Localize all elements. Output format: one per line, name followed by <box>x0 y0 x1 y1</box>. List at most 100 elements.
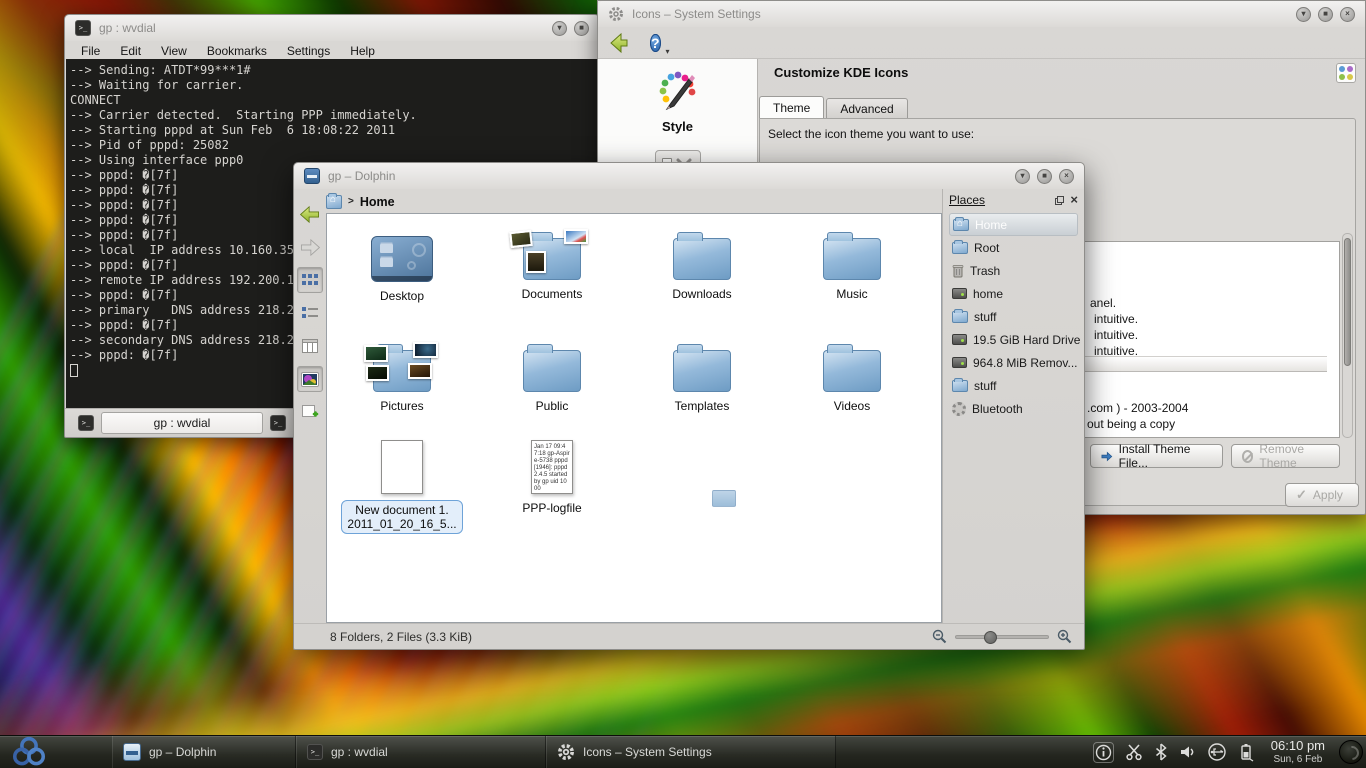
task-button-dolphin[interactable]: gp – Dolphin <box>112 736 296 768</box>
preview-icon <box>301 372 319 387</box>
folder-item-desktop[interactable]: Desktop <box>332 222 472 303</box>
apply-button[interactable]: ✓ Apply <box>1285 483 1359 507</box>
syssettings-titlebar[interactable]: Icons – System Settings ▾ ■ × <box>598 1 1365 27</box>
minimize-button[interactable]: ▾ <box>552 21 567 36</box>
desktop-folder-icon <box>371 236 433 282</box>
close-button[interactable]: × <box>1059 169 1074 184</box>
dolphin-window: gp – Dolphin ▾ ■ × > Home <box>293 162 1085 650</box>
bluetooth-icon[interactable] <box>1154 743 1168 761</box>
maximize-button[interactable]: ■ <box>1037 169 1052 184</box>
tab-theme[interactable]: Theme <box>759 96 824 120</box>
menu-item-settings[interactable]: Settings <box>287 44 330 58</box>
split-view-button[interactable] <box>297 399 323 425</box>
folder-item-pictures[interactable]: Pictures <box>332 334 472 413</box>
battery-monitor-icon[interactable] <box>1238 743 1254 762</box>
zoom-in-icon[interactable] <box>1057 629 1072 644</box>
menu-item-view[interactable]: View <box>161 44 187 58</box>
close-panel-icon[interactable]: × <box>1070 195 1078 205</box>
place-item-bluetooth[interactable]: Bluetooth <box>949 397 1078 420</box>
chevron-down-icon: ▾ <box>666 47 670 56</box>
folder-item-templates[interactable]: Templates <box>632 334 772 413</box>
folder-item-videos[interactable]: Videos <box>782 334 922 413</box>
klipper-scissors-icon[interactable] <box>1125 743 1143 761</box>
place-item-home-partition[interactable]: home <box>949 282 1078 305</box>
preview-button[interactable] <box>297 366 323 392</box>
minimize-button[interactable]: ▾ <box>1015 169 1030 184</box>
volume-icon[interactable] <box>1179 744 1196 760</box>
clock[interactable]: 06:10 pm Sun, 6 Feb <box>1265 739 1331 765</box>
style-category[interactable]: Style <box>598 69 757 134</box>
install-theme-button[interactable]: Install Theme File... <box>1090 444 1223 468</box>
list-scrollbar[interactable] <box>1342 233 1353 438</box>
folder-view[interactable]: Desktop Documents Downloads Music <box>326 213 942 623</box>
gear-icon <box>608 6 624 22</box>
maximize-button[interactable]: ■ <box>1318 7 1333 22</box>
zoom-slider-handle[interactable] <box>984 631 997 644</box>
file-item-ppp-logfile[interactable]: Jan 17 09:47:18 gp-Aspire-5738 pppd[1946… <box>482 430 622 515</box>
place-item-stuff[interactable]: stuff <box>949 305 1078 328</box>
folder-icon <box>823 238 881 280</box>
bluetooth-gear-icon <box>952 402 966 416</box>
task-button-system-settings[interactable]: Icons – System Settings <box>546 736 836 768</box>
menu-item-file[interactable]: File <box>81 44 100 58</box>
back-button[interactable] <box>608 32 636 54</box>
close-button[interactable]: × <box>1340 7 1355 22</box>
folder-item-downloads[interactable]: Downloads <box>632 222 772 301</box>
new-tab-button[interactable]: >_ <box>75 412 97 434</box>
scrollbar-thumb[interactable] <box>1344 238 1351 366</box>
dolphin-toolbar <box>294 189 326 623</box>
theme-list-item-fragment[interactable]: intuitive. <box>1094 328 1138 342</box>
theme-list-item-fragment[interactable]: intuitive. <box>1094 312 1138 326</box>
forward-button[interactable] <box>297 234 323 260</box>
removable-drive-icon <box>952 357 967 368</box>
folder-item-public[interactable]: Public <box>482 334 622 413</box>
icons-view-button[interactable] <box>297 267 323 293</box>
terminal-tab[interactable]: gp : wvdial <box>101 412 263 434</box>
breadcrumb: > Home <box>326 190 395 213</box>
place-item-trash[interactable]: Trash <box>949 259 1078 282</box>
tab-bar: Theme Advanced <box>759 96 910 120</box>
drag-ghost-icon <box>712 490 736 507</box>
folder-icon <box>673 350 731 392</box>
place-item-removable[interactable]: 964.8 MiB Remov... <box>949 351 1078 374</box>
back-button[interactable] <box>297 201 323 227</box>
panel-toolbox-icon[interactable] <box>1339 740 1363 764</box>
terminal-icon: >_ <box>78 415 94 431</box>
help-button[interactable]: ? <box>650 34 661 52</box>
file-item-new-document[interactable]: New document 1. 2011_01_20_16_5... <box>332 430 472 534</box>
place-item-stuff-2[interactable]: stuff <box>949 374 1078 397</box>
konsole-titlebar[interactable]: >_ gp : wvdial ▾ ■ <box>65 15 599 41</box>
maximize-button[interactable]: ■ <box>574 21 589 36</box>
overview-icon[interactable] <box>1336 63 1356 83</box>
remove-theme-button[interactable]: Remove Theme <box>1231 444 1340 468</box>
remove-icon <box>1242 450 1253 463</box>
menu-item-edit[interactable]: Edit <box>120 44 141 58</box>
place-item-home[interactable]: Home <box>949 213 1078 236</box>
notifications-info-icon[interactable] <box>1093 742 1114 763</box>
breadcrumb-home[interactable]: Home <box>360 195 395 209</box>
task-button-wvdial[interactable]: >_ gp : wvdial <box>296 736 546 768</box>
zoom-slider[interactable] <box>955 635 1049 639</box>
theme-list-item-fragment[interactable]: anel. <box>1090 296 1116 310</box>
folder-item-documents[interactable]: Documents <box>482 222 622 301</box>
columns-view-button[interactable] <box>297 333 323 359</box>
tab-advanced[interactable]: Advanced <box>826 98 907 120</box>
terminal-icon: >_ <box>75 20 91 36</box>
folder-item-music[interactable]: Music <box>782 222 922 301</box>
place-item-root[interactable]: Root <box>949 236 1078 259</box>
home-breadcrumb-icon[interactable] <box>326 195 342 209</box>
details-view-button[interactable] <box>297 300 323 326</box>
place-item-hard-drive[interactable]: 19.5 GiB Hard Drive <box>949 328 1078 351</box>
status-text: 8 Folders, 2 Files (3.3 KiB) <box>330 630 472 644</box>
zoom-out-icon[interactable] <box>932 629 947 644</box>
minimize-button[interactable]: ▾ <box>1296 7 1311 22</box>
device-notifier-usb-icon[interactable] <box>1207 743 1227 761</box>
float-panel-icon[interactable] <box>1055 196 1064 205</box>
menu-item-help[interactable]: Help <box>350 44 375 58</box>
dolphin-icon <box>123 743 141 761</box>
dolphin-titlebar[interactable]: gp – Dolphin ▾ ■ × <box>294 163 1084 189</box>
app-launcher-button[interactable] <box>0 736 58 768</box>
gear-icon <box>557 743 575 761</box>
tab-action-button[interactable]: >_ <box>267 412 289 434</box>
menu-item-bookmarks[interactable]: Bookmarks <box>207 44 267 58</box>
